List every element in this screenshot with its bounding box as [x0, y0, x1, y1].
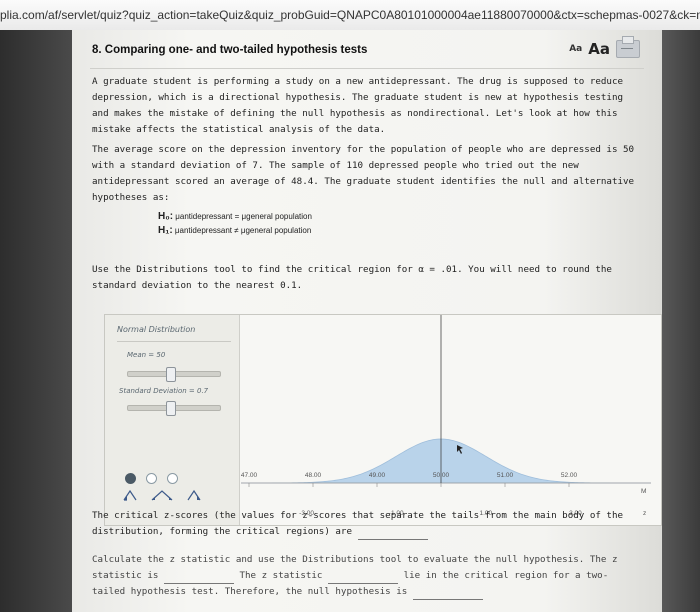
m-axis-title: M	[641, 488, 646, 495]
instructions-paragraph: Use the Distributions tool to find the c…	[92, 264, 612, 291]
radio-one-tailed-left[interactable]	[125, 473, 136, 484]
m-axis-tick-label: 50.00	[433, 472, 450, 479]
m-axis-tick-label: 47.00	[241, 472, 258, 479]
address-bar[interactable]: plia.com/af/servlet/quiz?quiz_action=tak…	[0, 0, 700, 31]
m-axis-tick-label: 52.00	[561, 472, 578, 479]
critical-z-answer-blank[interactable]	[357, 529, 428, 540]
mean-label: Mean = 50	[127, 351, 166, 359]
tool-controls-panel: Normal Distribution Mean = 50 Standard D…	[105, 315, 240, 525]
critical-region-dropdown[interactable]	[328, 573, 399, 584]
null-hypothesis-dropdown[interactable]	[412, 589, 483, 600]
z-statistic-paragraph: Calculate the z statistic and use the Di…	[92, 552, 640, 600]
mean-slider-handle[interactable]	[166, 367, 176, 382]
tool-title-divider	[117, 341, 231, 342]
sd-slider-handle[interactable]	[166, 401, 176, 416]
distribution-plot[interactable]: 47.00 48.00 49.00 50.00 51.00 52.00 -3.00 -1.0…	[241, 315, 661, 525]
font-size-controls: Aa Aa	[569, 36, 640, 58]
z-statistic-answer-blank[interactable]	[163, 573, 234, 584]
title-divider	[90, 68, 644, 69]
m-axis-tick-label: 48.00	[305, 472, 322, 479]
question-title: 8. Comparing one- and two-tailed hypothe…	[92, 44, 368, 56]
radio-one-tailed-right[interactable]	[167, 473, 178, 484]
sd-label: Standard Deviation = 0.7	[119, 387, 209, 395]
critical-z-paragraph: The critical z-scores (the values for z-…	[92, 508, 640, 540]
tail-radio-group	[125, 473, 178, 484]
tool-title: Normal Distribution	[117, 325, 196, 334]
m-axis-tick-label: 51.00	[497, 472, 514, 479]
mean-slider[interactable]	[127, 367, 221, 382]
data-paragraph: The average score on the depression inve…	[92, 144, 635, 203]
two-tail-icon	[151, 490, 173, 501]
right-tail-icon	[187, 489, 201, 501]
question-panel: 8. Comparing one- and two-tailed hypothe…	[72, 30, 662, 612]
background-right	[660, 30, 700, 612]
sd-slider[interactable]	[127, 401, 221, 416]
background-left	[0, 30, 72, 612]
alternative-hypothesis: H₁: μantidepressant ≠ μgeneral populatio…	[158, 225, 312, 236]
intro-paragraph: A graduate student is performing a study…	[92, 76, 624, 135]
m-axis-tick-label: 49.00	[369, 472, 386, 479]
left-tail-icon	[123, 489, 137, 501]
z-axis-title: z	[643, 510, 646, 517]
null-hypothesis: H₀: μantidepressant = μgeneral populatio…	[158, 211, 312, 222]
radio-two-tailed[interactable]	[146, 473, 157, 484]
hypotheses: H₀: μantidepressant = μgeneral populatio…	[158, 210, 312, 238]
print-icon[interactable]	[616, 36, 640, 58]
font-decrease-button[interactable]: Aa	[569, 44, 582, 54]
distributions-tool[interactable]: Normal Distribution Mean = 50 Standard D…	[104, 314, 662, 526]
url-text: plia.com/af/servlet/quiz?quiz_action=tak…	[0, 8, 700, 22]
font-increase-button[interactable]: Aa	[588, 40, 610, 58]
tail-icons	[123, 489, 201, 501]
